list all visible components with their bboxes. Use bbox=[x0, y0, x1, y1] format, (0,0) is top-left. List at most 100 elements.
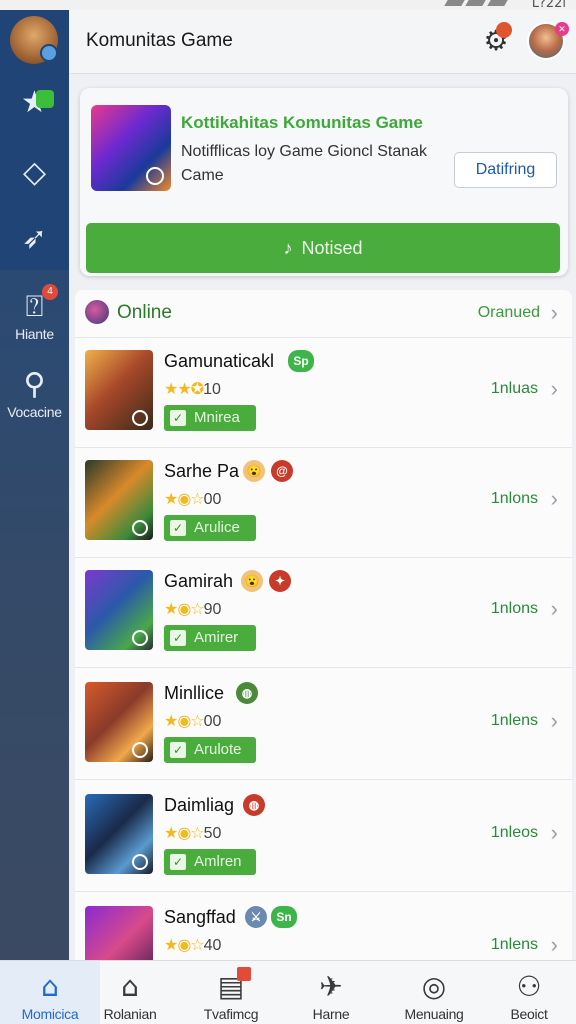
bottom-nav-beoict[interactable]: ⚇ Beoict bbox=[482, 961, 576, 1024]
check-icon: ✓ bbox=[170, 630, 186, 646]
sidebar-item-rocket[interactable]: ➶ bbox=[0, 222, 69, 256]
game-row[interactable]: Daimliag ◍ ★◉☆50 ✓ Amlren 1nleos › bbox=[75, 782, 572, 892]
signal-icon bbox=[444, 0, 508, 8]
rating-stars-icon: ★★✪ bbox=[164, 379, 204, 398]
game-badge-icon bbox=[132, 520, 148, 536]
calendar-icon: ▤ bbox=[217, 970, 245, 1003]
rating-value: 40 bbox=[203, 937, 222, 954]
online-action[interactable]: Oranued bbox=[478, 304, 540, 322]
diamond-icon: ◇ bbox=[22, 156, 47, 189]
game-count: 1nlens bbox=[490, 936, 538, 953]
bottom-nav-menuaing[interactable]: ◎ Menuaing bbox=[384, 961, 484, 1024]
check-icon: ✓ bbox=[170, 854, 186, 870]
bottom-nav-rolanian[interactable]: ⌂ Rolanian bbox=[80, 961, 180, 1024]
game-tag-badge: Sp bbox=[288, 350, 314, 372]
app-logo[interactable] bbox=[10, 16, 58, 64]
game-badge-icon bbox=[132, 854, 148, 870]
status-label: Arulote bbox=[194, 741, 242, 758]
game-row[interactable]: Gamunaticakl Sp ★★✪10 ✓ Mnirea 1nluas › bbox=[75, 338, 572, 448]
status-label: Amirer bbox=[194, 629, 239, 646]
rating-value: 00 bbox=[203, 713, 222, 730]
notification-card: Kottikahitas Komunitas Game Notifflicas … bbox=[80, 88, 568, 276]
joystick-icon: ♪ bbox=[283, 238, 293, 258]
game-status-button[interactable]: ✓ Amirer bbox=[164, 625, 256, 651]
question-box-icon: ⍰ bbox=[25, 290, 44, 323]
sidebar-item-search[interactable]: ⚲ Vocacine bbox=[0, 368, 69, 420]
rating-stars-icon: ★◉☆ bbox=[164, 711, 205, 730]
game-rating: ★◉☆00 bbox=[164, 489, 221, 509]
avatar-badge: ✕ bbox=[555, 22, 569, 36]
sidebar-item-hiante[interactable]: ⍰ Hiante bbox=[0, 290, 69, 342]
check-icon: ✓ bbox=[170, 520, 186, 536]
chevron-right-icon: › bbox=[550, 708, 558, 733]
game-name: Sarhe Pa bbox=[164, 461, 240, 481]
game-name: Gamirah bbox=[164, 571, 234, 591]
calendar-badge bbox=[237, 967, 251, 981]
sidebar: ★ ◇ ➶ ⍰ Hiante 4 ⚲ Vocacine bbox=[0, 0, 69, 960]
bottom-nav-label: Harne bbox=[312, 1006, 350, 1022]
game-status-button[interactable]: ✓ Arulote bbox=[164, 737, 256, 763]
game-rating: ★◉☆50 bbox=[164, 823, 221, 843]
house-icon: ⌂ bbox=[121, 970, 139, 1003]
online-games-panel: Online Oranued › Gamunaticakl Sp ★★✪10 ✓… bbox=[75, 290, 572, 960]
rating-stars-icon: ★◉☆ bbox=[164, 489, 205, 508]
game-name: Sangffad bbox=[164, 907, 236, 927]
rating-value: 10 bbox=[203, 381, 221, 398]
status-label: Arulice bbox=[194, 519, 240, 536]
game-badge-icon bbox=[132, 742, 148, 758]
game-name: Gamunaticakl bbox=[164, 351, 275, 371]
user-icon: ⚇ bbox=[516, 970, 542, 1003]
detail-button[interactable]: Datifring bbox=[454, 152, 557, 188]
star-icon: ★ bbox=[21, 86, 48, 119]
bottom-nav-tvafimcg[interactable]: ▤ Tvafimcg bbox=[181, 961, 281, 1024]
notification-badge: 4 bbox=[42, 284, 58, 300]
status-bar: L?22l bbox=[0, 0, 576, 11]
game-tag-badge: ◍ bbox=[243, 794, 265, 816]
rocket-icon: ➶ bbox=[21, 222, 48, 255]
game-tag-badge: ◍ bbox=[236, 682, 258, 704]
rating-value: 00 bbox=[203, 491, 222, 508]
notification-title: Kottikahitas Komunitas Game bbox=[181, 113, 423, 132]
rating-stars-icon: ★◉☆ bbox=[164, 935, 205, 954]
game-tag-badge: Sn bbox=[271, 906, 297, 928]
page-title: Komunitas Game bbox=[86, 30, 233, 51]
game-tag-badge: @ bbox=[271, 460, 293, 482]
search-icon: ⚲ bbox=[23, 368, 46, 401]
bottom-nav-harne[interactable]: ✈ Harne bbox=[281, 961, 381, 1024]
game-tag-badge: ✦ bbox=[269, 570, 291, 592]
game-status-button[interactable]: ✓ Mnirea bbox=[164, 405, 256, 431]
flag-icon bbox=[36, 90, 54, 108]
sidebar-item-star[interactable]: ★ bbox=[0, 86, 69, 120]
rating-stars-icon: ★◉☆ bbox=[164, 599, 205, 618]
chevron-right-icon: › bbox=[550, 596, 558, 621]
emoji-badge: 😮 bbox=[241, 570, 263, 592]
game-name: Minllice bbox=[164, 683, 225, 703]
game-badge-icon bbox=[146, 167, 164, 185]
settings-badge bbox=[496, 22, 512, 38]
notised-button[interactable]: ♪ Notised bbox=[86, 223, 560, 273]
online-label: Online bbox=[117, 302, 172, 323]
plane-icon: ✈ bbox=[319, 970, 343, 1003]
game-thumbnail bbox=[85, 906, 153, 960]
game-badge-icon bbox=[132, 630, 148, 646]
sidebar-item-diamond[interactable]: ◇ bbox=[0, 156, 69, 190]
game-badge-icon bbox=[132, 410, 148, 426]
bottom-nav-label: Menuaing bbox=[404, 1006, 464, 1022]
bottom-nav-label: Tvafimcg bbox=[203, 1006, 259, 1022]
game-row[interactable]: Sangffad ⚔ Sn ★◉☆40 1nlens › bbox=[75, 894, 572, 960]
bottom-nav: ⌂ Momicica ⌂ Rolanian ▤ Tvafimcg ✈ Harne… bbox=[0, 960, 576, 1024]
status-label: Amlren bbox=[194, 853, 242, 870]
bottom-nav-label: Rolanian bbox=[103, 1006, 157, 1022]
chevron-right-icon: › bbox=[550, 486, 558, 511]
online-header[interactable]: Online Oranued › bbox=[75, 290, 572, 338]
game-row[interactable]: Gamirah 😮 ✦ ★◉☆90 ✓ Amirer 1nlons › bbox=[75, 558, 572, 668]
app-header: Komunitas Game ⚙ ✕ bbox=[69, 10, 576, 74]
game-rating: ★◉☆40 bbox=[164, 935, 221, 955]
game-status-button[interactable]: ✓ Arulice bbox=[164, 515, 256, 541]
game-row[interactable]: Minllice ◍ ★◉☆00 ✓ Arulote 1nlens › bbox=[75, 670, 572, 780]
chevron-right-icon: › bbox=[550, 376, 558, 401]
game-row[interactable]: Sarhe Pa 😮 @ ★◉☆00 ✓ Arulice 1nlons › bbox=[75, 448, 572, 558]
game-status-button[interactable]: ✓ Amlren bbox=[164, 849, 256, 875]
check-icon: ✓ bbox=[170, 742, 186, 758]
chevron-right-icon: › bbox=[550, 820, 558, 845]
